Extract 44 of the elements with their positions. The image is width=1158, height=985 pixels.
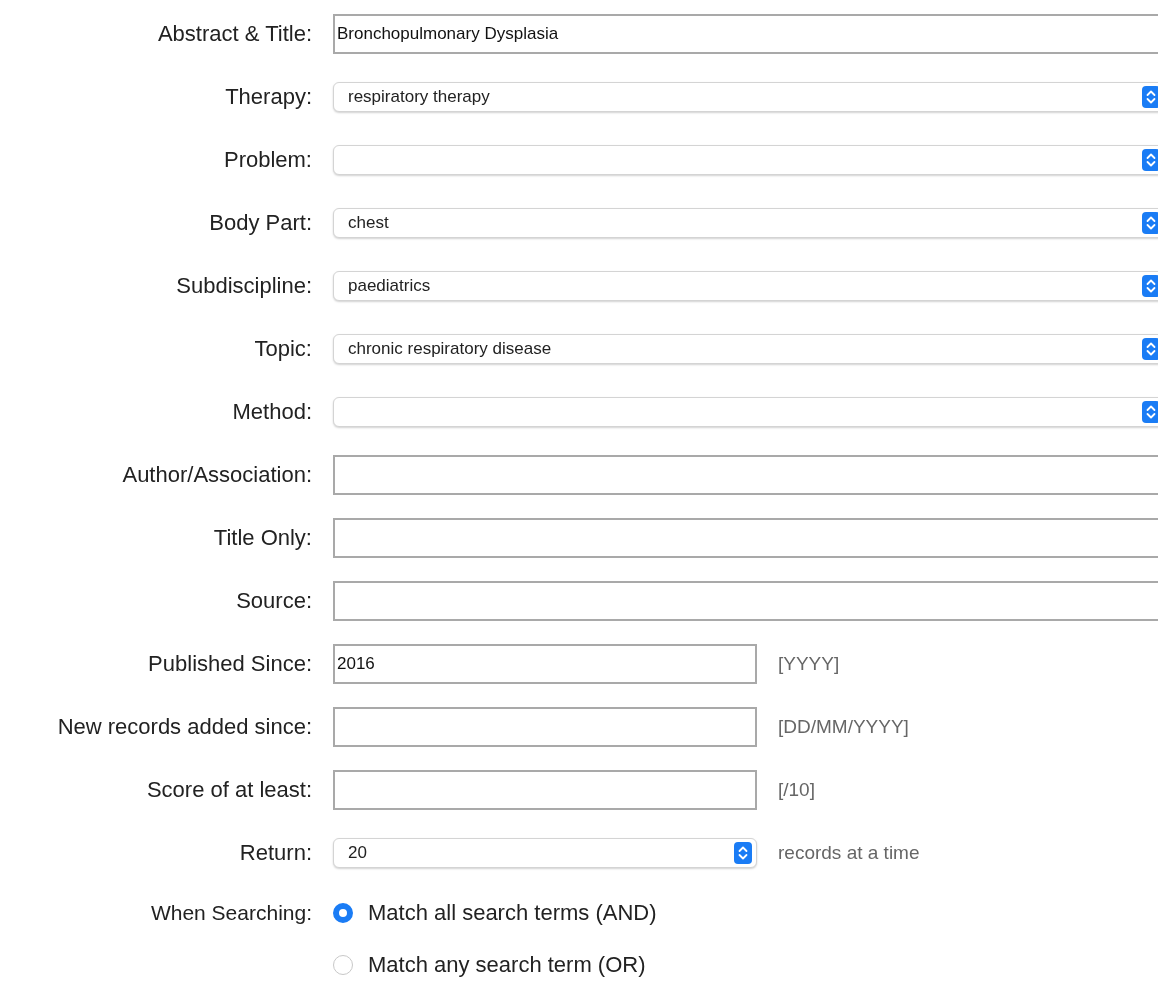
field-label: Score of at least: [145,776,312,803]
format-hint: [YYYY] [778,652,840,675]
field-label: Author/Association: [121,461,312,488]
field-label: Title Only: [212,524,312,551]
dropdown[interactable]: respiratory therapy [333,81,1158,112]
format-hint: records at a time [778,841,920,864]
stepper-icon [1142,274,1158,297]
input-field[interactable]: Bronchopulmonary Dysplasia [333,13,1158,54]
field-label: Topic: [253,335,312,362]
format-hint: [DD/MM/YYYY] [778,715,909,738]
field-label: When Searching: [149,900,312,926]
field-label: Return: [238,839,312,866]
field-label: Problem: [222,146,312,173]
field-label: Therapy: [224,83,312,110]
field-label: Body Part: [208,209,312,236]
dropdown[interactable]: paediatrics [333,270,1158,301]
stepper-icon [1142,148,1158,171]
stepper-icon [1142,337,1158,360]
field-label: Method: [231,398,312,425]
dropdown[interactable]: chest [333,207,1158,238]
radio-button[interactable] [333,955,353,975]
field-label: Subdiscipline: [175,272,312,299]
format-hint: [/10] [778,778,815,801]
input-field[interactable]: 2016 [333,643,757,684]
radio-label[interactable]: Match all search terms (AND) [368,900,657,926]
input-field[interactable] [333,454,1158,495]
field-label: Source: [235,587,312,614]
stepper-icon [1142,85,1158,108]
stepper-icon [1142,400,1158,423]
input-field[interactable] [333,517,1158,558]
stepper-icon [1142,211,1158,234]
input-field[interactable] [333,769,757,810]
field-label: Published Since: [147,650,312,677]
stepper-icon [734,841,752,864]
dropdown[interactable] [333,396,1158,427]
input-field[interactable] [333,580,1158,621]
dropdown[interactable]: 20 [333,837,757,868]
input-field[interactable] [333,706,757,747]
dropdown[interactable]: chronic respiratory disease [333,333,1158,364]
dropdown[interactable] [333,144,1158,175]
radio-label[interactable]: Match any search term (OR) [368,952,646,978]
field-label: Abstract & Title: [156,20,312,47]
field-label: New records added since: [56,713,312,740]
radio-button[interactable] [333,903,353,923]
